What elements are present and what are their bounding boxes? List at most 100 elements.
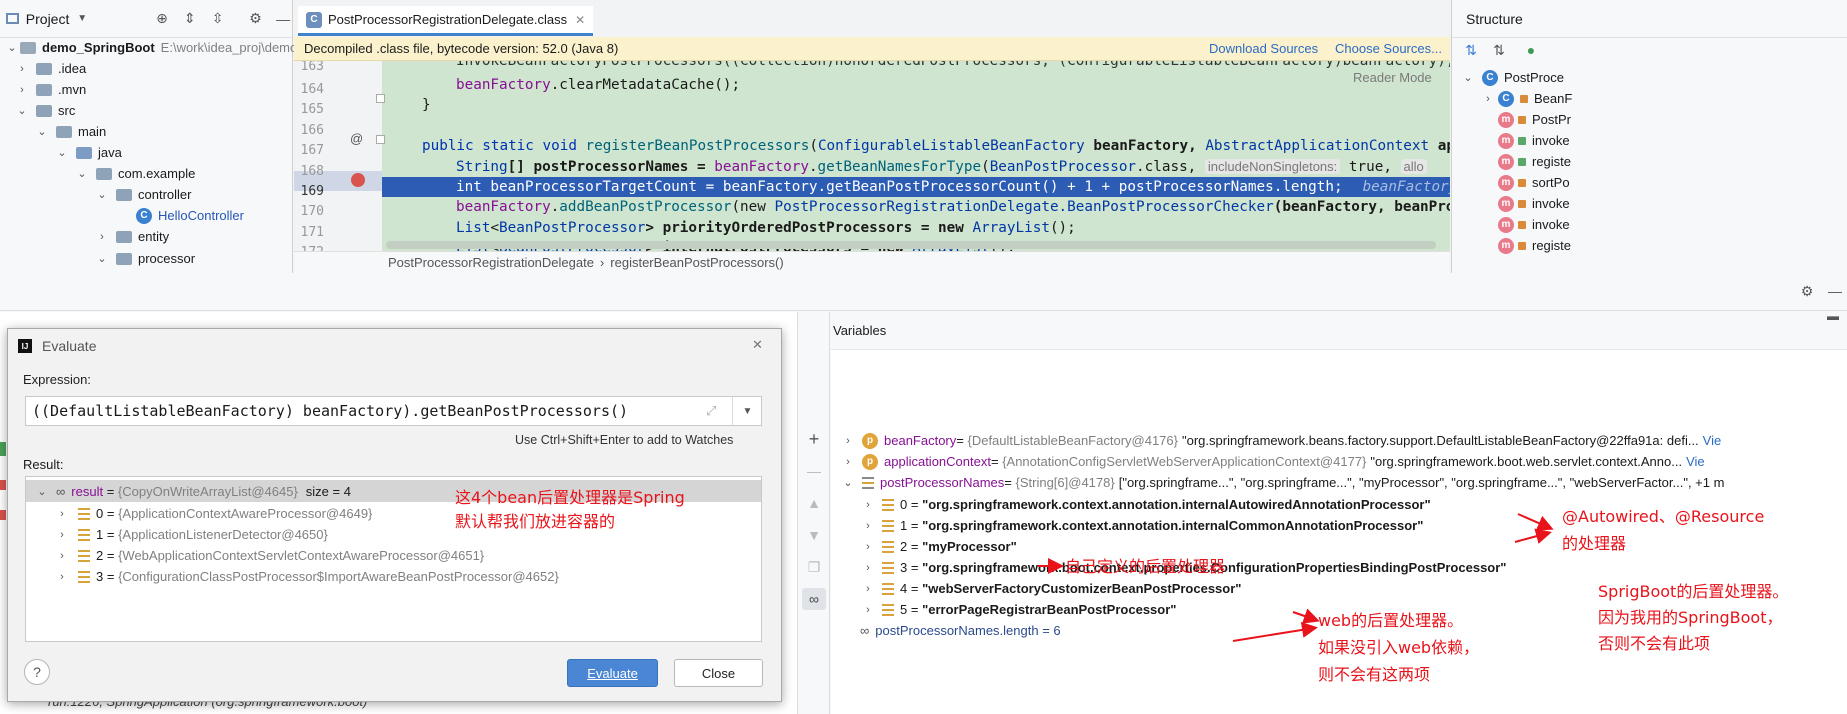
close-button[interactable]: Close (674, 659, 763, 687)
breadcrumb-class[interactable]: PostProcessorRegistrationDelegate (388, 255, 594, 270)
view-link[interactable]: Vie (1686, 454, 1705, 469)
expression-input[interactable]: ((DefaultListableBeanFactory) beanFactor… (26, 402, 628, 420)
tree-item-mvn[interactable]: › .mvn (14, 79, 86, 100)
tree-item-main[interactable]: ⌄ main (34, 121, 106, 142)
gear-icon[interactable]: ⚙ (246, 10, 264, 28)
minimize-icon[interactable]: — (274, 10, 292, 28)
length-watch-row[interactable]: ∞ postProcessorNames.length = 6 (860, 620, 1061, 641)
chevron-down-icon[interactable]: ⌄ (94, 252, 110, 265)
chevron-down-icon[interactable]: ⌄ (4, 41, 20, 54)
chevron-right-icon[interactable]: › (14, 63, 30, 75)
structure-item-root[interactable]: ⌄ C PostProce (1460, 67, 1564, 88)
tree-item-src[interactable]: ⌄ src (14, 100, 75, 121)
chevron-down-icon[interactable]: ⌄ (34, 485, 50, 498)
locate-icon[interactable]: ⊕ (153, 10, 171, 28)
layout-icon[interactable]: ▬ (1827, 309, 1839, 323)
chevron-right-icon[interactable]: › (860, 604, 876, 616)
chevron-right-icon[interactable]: › (860, 541, 876, 553)
gear-icon[interactable]: ⚙ (1798, 282, 1816, 300)
move-down-icon[interactable]: ▼ (805, 526, 823, 544)
structure-item[interactable]: m PostPr (1498, 109, 1571, 130)
resume-icon[interactable] (0, 442, 6, 456)
chevron-right-icon[interactable]: › (860, 583, 876, 595)
variable-row[interactable]: › p beanFactory = {DefaultListableBeanFa… (840, 430, 1721, 451)
chevron-right-icon[interactable]: › (1480, 93, 1496, 105)
sort-alpha-icon[interactable]: ⇅ (1490, 41, 1508, 59)
chevron-down-icon[interactable]: ⌄ (14, 104, 30, 117)
view-link[interactable]: Vie (1703, 433, 1722, 448)
array-element-row[interactable]: › 4 = "webServerFactoryCustomizerBeanPos… (860, 578, 1241, 599)
tree-item-idea[interactable]: › .idea (14, 58, 86, 79)
editor-tab[interactable]: C PostProcessorRegistrationDelegate.clas… (298, 6, 594, 36)
structure-item[interactable]: m invoke (1498, 130, 1570, 151)
array-element-row[interactable]: › 0 = "org.springframework.context.annot… (860, 494, 1430, 515)
array-element-row[interactable]: › 5 = "errorPageRegistrarBeanPostProcess… (860, 599, 1176, 620)
structure-item[interactable]: m registe (1498, 235, 1571, 256)
tree-item-controller[interactable]: ⌄ controller (94, 184, 191, 205)
structure-item[interactable]: m registe (1498, 151, 1571, 172)
chevron-down-icon[interactable]: ▼ (73, 10, 91, 28)
expand-all-icon[interactable]: ⇕ (181, 10, 199, 28)
chevron-right-icon[interactable]: › (54, 550, 70, 562)
add-watch-icon[interactable]: + (805, 429, 823, 449)
horizontal-scrollbar[interactable] (386, 241, 1436, 249)
override-marker-icon[interactable]: @ (350, 131, 363, 146)
tree-root[interactable]: ⌄ demo_SpringBoot E:\work\idea_proj\demo… (4, 37, 304, 58)
show-inherited-icon[interactable]: ● (1522, 41, 1540, 59)
array-element-row[interactable]: › 1 = "org.springframework.context.annot… (860, 515, 1423, 536)
expression-field[interactable]: ((DefaultListableBeanFactory) beanFactor… (25, 396, 762, 426)
structure-item[interactable]: m invoke (1498, 193, 1570, 214)
breadcrumb-method[interactable]: registerBeanPostProcessors() (610, 255, 783, 270)
result-item-row[interactable]: › 3 = {ConfigurationClassPostProcessor$I… (54, 566, 559, 587)
tree-item-processor[interactable]: ⌄ processor (94, 248, 195, 269)
fold-marker-icon[interactable] (376, 94, 385, 103)
close-icon[interactable]: ✕ (752, 337, 763, 353)
tree-item-entity[interactable]: › entity (94, 226, 169, 247)
chevron-down-icon[interactable]: ⌄ (94, 188, 110, 201)
structure-item[interactable]: m sortPo (1498, 172, 1570, 193)
chevron-down-icon[interactable]: ⌄ (74, 167, 90, 180)
remove-watch-icon[interactable]: — (805, 462, 823, 480)
breakpoint-icon[interactable] (0, 510, 6, 520)
chevron-down-icon[interactable]: ⌄ (54, 146, 70, 159)
tree-item-java[interactable]: ⌄ java (54, 142, 121, 163)
reader-mode-label[interactable]: Reader Mode (1353, 70, 1432, 85)
chevron-right-icon[interactable]: › (54, 571, 70, 583)
choose-sources-link[interactable]: Choose Sources... (1335, 41, 1442, 56)
breakpoint-icon[interactable] (351, 173, 365, 187)
move-up-icon[interactable]: ▲ (805, 494, 823, 512)
sort-by-type-icon[interactable]: ⇅ (1462, 41, 1480, 59)
fold-marker-icon[interactable] (376, 135, 385, 144)
stop-icon[interactable] (0, 480, 6, 490)
chevron-right-icon[interactable]: › (54, 508, 70, 520)
result-item-row[interactable]: › 0 = {ApplicationContextAwareProcessor@… (54, 503, 372, 524)
glasses-icon[interactable]: ∞ (802, 588, 826, 610)
dialog-titlebar[interactable]: IJ Evaluate ✕ (8, 329, 781, 363)
chevron-right-icon[interactable]: › (840, 435, 856, 447)
variable-row-names[interactable]: ⌄ postProcessorNames = {String[6]@4178} … (840, 472, 1724, 493)
structure-item[interactable]: m invoke (1498, 214, 1570, 235)
chevron-right-icon[interactable]: › (54, 529, 70, 541)
help-button[interactable]: ? (24, 659, 50, 685)
chevron-down-icon[interactable]: ⌄ (840, 476, 856, 489)
project-title[interactable]: Project (26, 11, 70, 27)
close-icon[interactable]: ✕ (575, 13, 585, 27)
chevron-right-icon[interactable]: › (860, 520, 876, 532)
tree-item-package[interactable]: ⌄ com.example (74, 163, 195, 184)
chevron-down-icon[interactable]: ⌄ (34, 125, 50, 138)
chevron-right-icon[interactable]: › (14, 84, 30, 96)
tree-item-hello-controller[interactable]: C HelloController (136, 205, 244, 226)
download-sources-link[interactable]: Download Sources (1209, 41, 1318, 56)
chevron-down-icon[interactable]: ⌄ (1460, 71, 1476, 84)
copy-icon[interactable]: ❐ (805, 558, 823, 576)
chevron-right-icon[interactable]: › (860, 562, 876, 574)
array-element-row[interactable]: › 2 = "myProcessor" (860, 536, 1017, 557)
minimize-icon[interactable]: — (1826, 282, 1844, 300)
chevron-right-icon[interactable]: › (94, 231, 110, 243)
collapse-all-icon[interactable]: ⇳ (209, 10, 227, 28)
result-item-row[interactable]: › 1 = {ApplicationListenerDetector@4650} (54, 524, 328, 545)
evaluate-button[interactable]: Evaluate (567, 659, 658, 687)
structure-item[interactable]: › C BeanF (1480, 88, 1572, 109)
expand-icon[interactable]: ⤢ (706, 403, 716, 419)
history-dropdown-icon[interactable]: ▼ (732, 397, 762, 425)
